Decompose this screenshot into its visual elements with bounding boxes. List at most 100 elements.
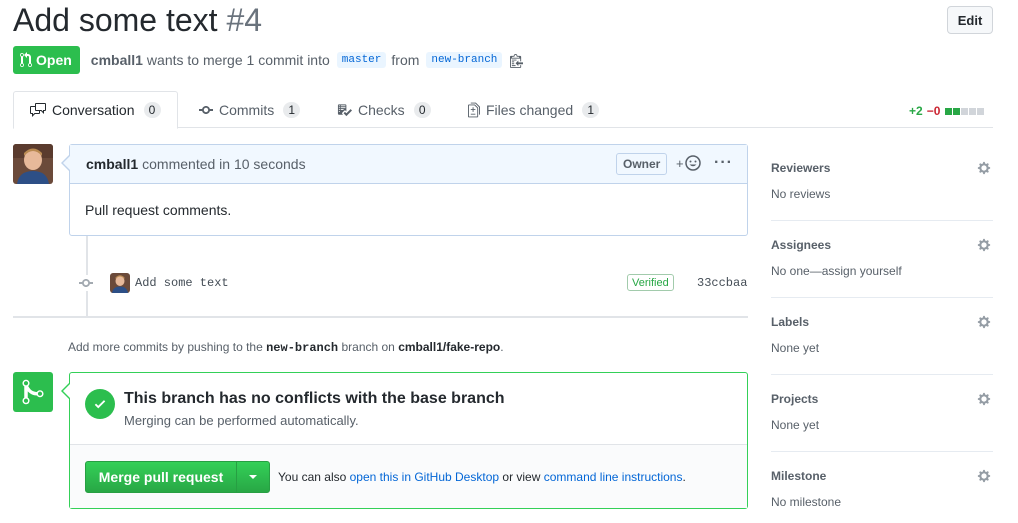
sidebar-milestone: Milestone No milestone [771, 452, 993, 523]
sidebar-heading[interactable]: Projects [771, 392, 818, 406]
plus-label: + [676, 155, 684, 171]
timeline-divider [13, 316, 748, 318]
sidebar-assignees: Assignees No one—assign yourself [771, 221, 993, 298]
sidebar-reviewers: Reviewers No reviews [771, 144, 993, 221]
merge-alt-middle: or view [502, 470, 541, 484]
merge-actions: Merge pull request You can also open thi… [70, 444, 747, 508]
comment-author[interactable]: cmball1 [86, 156, 138, 172]
gear-icon[interactable] [977, 315, 991, 332]
gear-icon[interactable] [977, 392, 991, 409]
tab-counter: 0 [413, 101, 431, 118]
merge-box: This branch has no conflicts with the ba… [69, 372, 748, 509]
push-hint-prefix: Add more commits by pushing to the [68, 340, 263, 354]
merge-alt-prefix: You can also [278, 470, 347, 484]
sidebar-heading[interactable]: Milestone [771, 469, 826, 483]
comment-pointer-inner [63, 156, 70, 170]
merge-alternatives: You can also open this in GitHub Desktop… [278, 470, 686, 484]
sidebar-value: None yet [771, 418, 820, 432]
merge-alt-suffix: . [682, 470, 686, 484]
file-diff-icon [468, 102, 480, 118]
sidebar-value: No milestone [771, 495, 842, 509]
checklist-icon [337, 102, 352, 118]
diffstat-block-added [945, 107, 953, 115]
smiley-icon [684, 155, 701, 171]
git-commit-icon [199, 102, 213, 118]
verified-badge[interactable]: Verified [627, 274, 674, 291]
diffstat-block-neutral [969, 107, 977, 115]
push-hint-middle: branch on [341, 340, 395, 354]
pr-meta: Open cmball1 wants to merge 1 commit int… [13, 46, 524, 74]
merge-pointer-inner [63, 384, 70, 398]
comment-body: Pull request comments. [85, 202, 232, 218]
merge-status-subtitle: Merging can be performed automatically. [124, 413, 359, 428]
tab-commits[interactable]: Commits 1 [199, 91, 301, 128]
sidebar-value: None yet [771, 341, 820, 355]
tab-label: Conversation [52, 102, 135, 118]
git-merge-icon [22, 378, 44, 406]
assign-yourself-link[interactable]: No one—assign yourself [771, 264, 902, 278]
gear-icon[interactable] [977, 238, 991, 255]
pr-tabs: Conversation 0 Commits 1 Checks 0 Files … [13, 91, 993, 129]
diffstat-deletions: −0 [926, 104, 941, 118]
pr-number: #4 [226, 2, 263, 38]
from-text: from [391, 52, 420, 68]
diffstat-block-neutral [961, 107, 969, 115]
page-title: Add some text #4 [13, 2, 262, 39]
pr-title-text: Add some text [13, 2, 218, 38]
tab-files-changed[interactable]: Files changed 1 [468, 91, 600, 128]
open-desktop-link[interactable]: open this in GitHub Desktop [350, 470, 499, 484]
pr-sidebar: Reviewers No reviews Assignees No one—as… [771, 144, 993, 523]
avatar[interactable] [13, 144, 53, 184]
sidebar-heading[interactable]: Labels [771, 315, 809, 329]
sidebar-heading[interactable]: Reviewers [771, 161, 830, 175]
diffstat-block-neutral [977, 107, 985, 115]
merge-pull-request-button[interactable]: Merge pull request [85, 461, 237, 493]
edit-button[interactable]: Edit [947, 6, 993, 34]
tab-label: Checks [358, 101, 405, 118]
tab-counter: 0 [143, 102, 161, 118]
tab-counter: 1 [582, 101, 600, 118]
timeline-commit: Add some text Verified 33ccbaa [78, 272, 748, 294]
owner-badge: Owner [616, 153, 668, 175]
check-icon [85, 389, 115, 419]
state-label: Open [36, 52, 72, 68]
sidebar-value: No one—assign yourself [771, 264, 902, 278]
command-line-link[interactable]: command line instructions [544, 470, 683, 484]
commit-author-avatar[interactable] [110, 273, 130, 293]
merge-method-dropdown[interactable] [236, 461, 270, 493]
sidebar-projects: Projects None yet [771, 375, 993, 452]
diffstat: +2 −0 [909, 104, 985, 118]
merge-status-title: This branch has no conflicts with the ba… [124, 390, 505, 407]
push-hint-branch: new-branch [266, 341, 339, 355]
clippy-icon[interactable] [510, 53, 524, 68]
git-pull-request-icon [20, 52, 32, 68]
pr-comment: cmball1 commented in 10 seconds Owner + … [69, 144, 748, 236]
commit-message[interactable]: Add some text [135, 276, 229, 290]
merge-status-icon [13, 372, 53, 412]
git-commit-icon [78, 275, 94, 291]
comment-discussion-icon [30, 102, 46, 118]
tab-conversation[interactable]: Conversation 0 [13, 91, 178, 129]
tab-checks[interactable]: Checks 0 [337, 91, 431, 128]
gear-icon[interactable] [977, 161, 991, 178]
kebab-icon[interactable]: ··· [714, 155, 733, 171]
tab-label: Commits [219, 101, 275, 118]
base-branch[interactable]: master [336, 52, 387, 68]
head-branch[interactable]: new-branch [426, 52, 503, 68]
comment-timestamp[interactable]: commented in 10 seconds [142, 156, 305, 172]
push-hint: Add more commits by pushing to the new-b… [68, 340, 504, 355]
tab-label: Files changed [486, 101, 574, 118]
push-hint-suffix: . [500, 340, 504, 354]
push-hint-repo: cmball1/fake-repo [398, 340, 501, 354]
author-link[interactable]: cmball1 [91, 52, 143, 68]
triangle-down-icon [249, 475, 257, 479]
gear-icon[interactable] [977, 469, 991, 486]
add-reaction-button[interactable]: + [676, 155, 701, 171]
state-badge: Open [13, 46, 80, 74]
commit-sha[interactable]: 33ccbaa [697, 276, 747, 290]
merge-description: wants to merge 1 commit into [146, 52, 330, 68]
diffstat-block-added [953, 107, 961, 115]
sidebar-heading[interactable]: Assignees [771, 238, 831, 252]
diffstat-additions: +2 [909, 104, 923, 118]
sidebar-value: No reviews [771, 187, 831, 201]
